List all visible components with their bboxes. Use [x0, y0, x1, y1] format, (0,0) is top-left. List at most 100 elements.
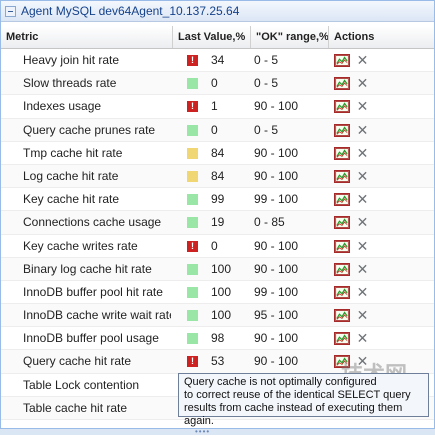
delete-button[interactable]: ✕: [356, 77, 369, 90]
critical-icon: !: [187, 356, 198, 368]
grip-icon: ••••: [195, 427, 211, 436]
panel-title: Agent MySQL dev64Agent_10.137.25.64: [21, 4, 240, 18]
table-row[interactable]: InnoDB cache write wait rate 100 95 - 100 ✕: [1, 304, 434, 328]
table-row[interactable]: Indexes usage! 1 90 - 100 ✕: [1, 95, 434, 119]
ok-range: 95 - 100: [254, 308, 299, 323]
metric-name: Log cache hit rate: [23, 168, 119, 183]
delete-button[interactable]: ✕: [356, 355, 369, 368]
tooltip-line-1: Query cache is not optimally configured: [184, 376, 377, 388]
delete-button[interactable]: ✕: [356, 193, 369, 206]
status-indicator: [187, 217, 198, 229]
table-row[interactable]: Query cache hit rate! 53 90 - 100 ✕: [1, 350, 434, 374]
table-row[interactable]: Binary log cache hit rate 100 90 - 100 ✕: [1, 257, 434, 281]
delete-button[interactable]: ✕: [356, 170, 369, 183]
close-icon: ✕: [356, 285, 369, 299]
warning-icon: [187, 170, 198, 182]
table-row[interactable]: Heavy join hit rate! 34 0 - 5 ✕: [1, 49, 434, 73]
status-indicator: [187, 333, 198, 345]
close-icon: ✕: [356, 193, 369, 207]
graph-button[interactable]: [334, 77, 350, 91]
delete-button[interactable]: ✕: [356, 54, 369, 67]
tooltip-line-3: results from cache instead of executing …: [184, 402, 403, 427]
last-value: 84: [211, 168, 225, 183]
panel-titlebar: Agent MySQL dev64Agent_10.137.25.64: [1, 1, 434, 22]
ok-icon: [187, 310, 198, 322]
graph-button[interactable]: [334, 285, 350, 299]
column-header-last-value[interactable]: Last Value,%: [173, 26, 251, 48]
graph-button[interactable]: [334, 146, 350, 160]
agent-panel: Agent MySQL dev64Agent_10.137.25.64 Metr…: [0, 0, 435, 430]
metric-name: Connections cache usage: [23, 215, 162, 230]
graph-button[interactable]: [334, 332, 350, 346]
graph-button[interactable]: [334, 54, 350, 67]
delete-button[interactable]: ✕: [356, 332, 369, 345]
metric-name: Table Lock contention: [23, 377, 140, 392]
table-row[interactable]: Key cache hit rate 99 99 - 100 ✕: [1, 188, 434, 212]
ok-icon: [187, 124, 198, 136]
graph-button[interactable]: [334, 193, 350, 207]
delete-button[interactable]: ✕: [356, 263, 369, 276]
last-value: 100: [211, 261, 232, 276]
column-header-metric[interactable]: Metric: [1, 26, 173, 48]
close-icon: ✕: [356, 262, 369, 276]
close-icon: ✕: [356, 239, 369, 253]
table-row[interactable]: Slow threads rate 0 0 - 5 ✕: [1, 72, 434, 96]
metric-name: InnoDB buffer pool hit rate: [23, 284, 163, 299]
graph-icon: [334, 100, 350, 114]
graph-button[interactable]: [334, 169, 350, 183]
last-value: 1: [211, 99, 218, 114]
collapse-icon[interactable]: [5, 5, 16, 17]
delete-button[interactable]: ✕: [356, 100, 369, 113]
graph-button[interactable]: [334, 262, 350, 276]
table-row[interactable]: InnoDB buffer pool hit rate 100 99 - 100 ✕: [1, 281, 434, 305]
delete-button[interactable]: ✕: [356, 124, 369, 137]
close-icon: ✕: [356, 309, 369, 323]
ok-icon: [187, 263, 198, 275]
table-row[interactable]: Query cache prunes rate 0 0 - 5 ✕: [1, 118, 434, 142]
close-icon: ✕: [356, 332, 369, 346]
delete-button[interactable]: ✕: [356, 240, 369, 253]
metric-name: Query cache hit rate: [23, 354, 132, 369]
last-value: 98: [211, 331, 225, 346]
delete-button[interactable]: ✕: [356, 309, 369, 322]
last-value: 0: [211, 76, 218, 91]
graph-icon: [334, 123, 350, 137]
table-row[interactable]: Log cache hit rate 84 90 - 100 ✕: [1, 164, 434, 189]
ok-range: 0 - 85: [254, 215, 285, 230]
graph-button[interactable]: [334, 355, 350, 369]
ok-range: 90 - 100: [254, 354, 299, 369]
graph-icon: [334, 239, 350, 253]
metric-name: Key cache writes rate: [23, 238, 138, 253]
delete-button[interactable]: ✕: [356, 147, 369, 160]
grid-header: Metric Last Value,% "OK" range,% Actions: [1, 26, 434, 49]
table-row[interactable]: Key cache writes rate! 0 90 - 100 ✕: [1, 235, 434, 258]
close-icon: ✕: [356, 123, 369, 137]
last-value: 100: [211, 284, 232, 299]
metric-name: Slow threads rate: [23, 76, 117, 91]
table-row[interactable]: Tmp cache hit rate 84 90 - 100 ✕: [1, 142, 434, 165]
delete-button[interactable]: ✕: [356, 216, 369, 229]
ok-range: 0 - 5: [254, 122, 279, 137]
ok-range: 0 - 5: [254, 53, 279, 67]
status-indicator: !: [187, 101, 198, 113]
metric-name: Key cache hit rate: [23, 192, 120, 207]
delete-button[interactable]: ✕: [356, 286, 369, 299]
table-row[interactable]: InnoDB buffer pool usage 98 90 - 100 ✕: [1, 327, 434, 351]
graph-button[interactable]: [334, 100, 350, 114]
status-indicator: !: [187, 55, 198, 66]
status-indicator: [187, 194, 198, 206]
table-row[interactable]: Connections cache usage 19 0 - 85 ✕: [1, 211, 434, 235]
ok-icon: [187, 286, 198, 298]
status-indicator: [187, 310, 198, 322]
graph-button[interactable]: [334, 239, 350, 253]
critical-icon: !: [187, 101, 198, 113]
ok-range: 90 - 100: [254, 331, 299, 346]
column-header-ok-range[interactable]: "OK" range,%: [251, 26, 329, 48]
graph-button[interactable]: [334, 309, 350, 323]
graph-button[interactable]: [334, 216, 350, 230]
metric-name: InnoDB cache write wait rate: [23, 308, 171, 323]
ok-range: 99 - 100: [254, 192, 299, 207]
ok-range: 90 - 100: [254, 261, 299, 276]
graph-button[interactable]: [334, 123, 350, 137]
status-indicator: [187, 286, 198, 298]
